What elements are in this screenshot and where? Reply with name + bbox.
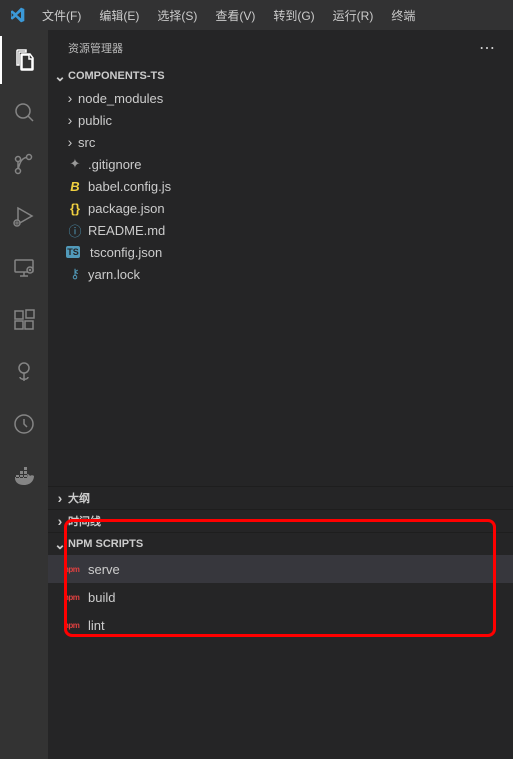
remote-icon[interactable] [0,244,48,292]
npm-scripts-panel: ⌄ NPM SCRIPTS npm serve npm build npm li… [48,532,513,759]
more-actions-icon[interactable]: ⋯ [479,38,497,58]
vscode-logo-icon [8,6,26,24]
npm-icon: npm [64,621,86,630]
file-label: .gitignore [88,157,141,172]
folder-public[interactable]: › public [48,109,513,131]
folder-label: node_modules [78,91,163,106]
sidebar: 资源管理器 ⋯ ⌄ COMPONENTS-TS › node_modules ›… [48,30,513,759]
project-section-header[interactable]: ⌄ COMPONENTS-TS [48,65,513,87]
gitlens-icon[interactable] [0,348,48,396]
file-yarn-lock[interactable]: ⚷ yarn.lock [48,263,513,285]
npm-icon: npm [64,565,86,574]
outline-panel: › 大纲 [48,486,513,509]
menu-edit[interactable]: 编辑(E) [91,3,147,28]
file-label: tsconfig.json [90,245,162,260]
timeline-label: 时间线 [68,513,101,529]
docker-icon[interactable] [0,452,48,500]
run-debug-icon[interactable] [0,192,48,240]
search-icon[interactable] [0,88,48,136]
chevron-right-icon: › [62,112,78,128]
menu-view[interactable]: 查看(V) [207,3,263,28]
menu-terminal[interactable]: 终端 [383,3,423,28]
activity-bar [0,30,48,759]
file-babel-config[interactable]: B babel.config.js [48,175,513,197]
npm-scripts-header[interactable]: ⌄ NPM SCRIPTS [48,533,513,555]
extensions-icon[interactable] [0,296,48,344]
folder-label: public [78,113,112,128]
npm-script-lint[interactable]: npm lint [48,611,513,639]
npm-script-build[interactable]: npm build [48,583,513,611]
folder-src[interactable]: › src [48,131,513,153]
sidebar-header: 资源管理器 ⋯ [48,30,513,65]
file-label: package.json [88,201,165,216]
chevron-right-icon: › [62,134,78,150]
chevron-right-icon: › [52,490,68,506]
file-tsconfig[interactable]: TS tsconfig.json [48,241,513,263]
ts-file-icon: TS [66,246,80,258]
project-name: COMPONENTS-TS [68,70,165,82]
source-control-icon[interactable] [0,140,48,188]
chevron-down-icon: ⌄ [52,68,68,85]
info-file-icon: ⓘ [66,221,84,240]
npm-icon: npm [64,593,86,602]
yarn-file-icon: ⚷ [66,266,84,282]
folder-label: src [78,135,95,150]
npm-script-label: build [88,590,115,605]
npm-script-label: serve [88,562,120,577]
file-tree: › node_modules › public › src ✦ .gitigno… [48,87,513,486]
explorer-icon[interactable] [0,36,48,84]
timeline-header[interactable]: › 时间线 [48,510,513,532]
outline-header[interactable]: › 大纲 [48,487,513,509]
menu-run[interactable]: 运行(R) [325,3,382,28]
file-label: README.md [88,223,165,238]
chevron-down-icon: ⌄ [52,536,68,553]
git-file-icon: ✦ [66,156,84,172]
chevron-right-icon: › [62,90,78,106]
npm-script-label: lint [88,618,105,633]
file-readme[interactable]: ⓘ README.md [48,219,513,241]
file-package-json[interactable]: {} package.json [48,197,513,219]
history-icon[interactable] [0,400,48,448]
timeline-panel: › 时间线 [48,509,513,532]
file-label: babel.config.js [88,179,171,194]
file-gitignore[interactable]: ✦ .gitignore [48,153,513,175]
babel-file-icon: B [66,179,84,194]
folder-node-modules[interactable]: › node_modules [48,87,513,109]
menu-file[interactable]: 文件(F) [34,3,89,28]
outline-label: 大纲 [68,490,90,506]
sidebar-title: 资源管理器 [68,40,123,56]
json-file-icon: {} [66,201,84,216]
file-label: yarn.lock [88,267,140,282]
npm-script-serve[interactable]: npm serve [48,555,513,583]
menu-go[interactable]: 转到(G) [265,3,322,28]
menu-select[interactable]: 选择(S) [149,3,205,28]
npm-scripts-label: NPM SCRIPTS [68,538,143,550]
chevron-right-icon: › [52,513,68,529]
titlebar: 文件(F) 编辑(E) 选择(S) 查看(V) 转到(G) 运行(R) 终端 [0,0,513,30]
